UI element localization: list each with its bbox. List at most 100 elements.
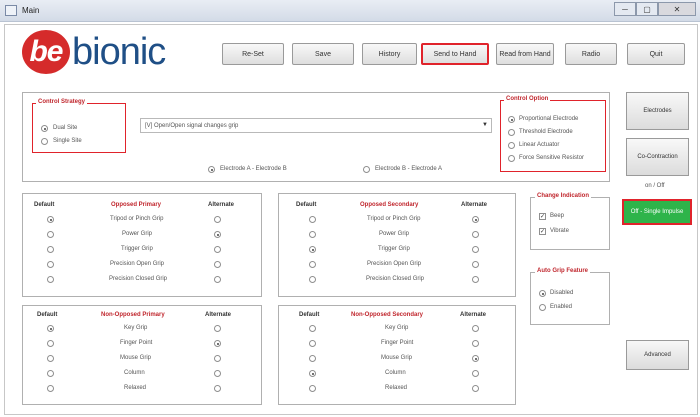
bebionic-logo: be bionic <box>22 30 166 74</box>
advanced-button[interactable]: Advanced <box>626 340 689 370</box>
dual-site-radio[interactable] <box>41 125 48 132</box>
alternate-radio[interactable] <box>472 370 479 377</box>
alternate-radio[interactable] <box>472 325 479 332</box>
alternate-header: Alternate <box>460 312 487 318</box>
grip-mode-select[interactable]: [V] Open/Open signal changes grip ▼ <box>140 118 492 133</box>
logo-be-mark: be <box>22 30 70 74</box>
threshold-electrode-label: Threshold Electrode <box>519 129 573 135</box>
force-sensitive-radio[interactable] <box>508 155 515 162</box>
alternate-radio[interactable] <box>214 340 221 347</box>
single-impulse-button[interactable]: Off - Single Impulse <box>622 199 692 225</box>
single-site-radio[interactable] <box>41 138 48 145</box>
change-indication-group: Change Indication ✓ Beep ✓ Vibrate <box>530 193 610 250</box>
auto-grip-disabled-radio[interactable] <box>539 290 546 297</box>
quit-button[interactable]: Quit <box>627 43 685 65</box>
change-indication-legend: Change Indication <box>535 193 592 199</box>
dual-site-label: Dual Site <box>53 125 78 131</box>
default-radio[interactable] <box>309 261 316 268</box>
alternate-radio[interactable] <box>472 355 479 362</box>
window-controls: ─ ▢ ✕ <box>614 2 696 16</box>
electrode-ab-label: Electrode A - Electrode B <box>220 166 287 172</box>
default-radio[interactable] <box>309 325 316 332</box>
grip-label: Finger Point <box>120 340 153 346</box>
grip-label: Column <box>385 370 406 376</box>
alternate-radio[interactable] <box>472 340 479 347</box>
on-off-label: on / Off <box>645 183 665 189</box>
alternate-radio[interactable] <box>214 355 221 362</box>
default-header: Default <box>34 202 55 208</box>
alternate-radio[interactable] <box>214 370 221 377</box>
default-radio[interactable] <box>309 246 316 253</box>
group-title: Opposed Primary <box>111 202 162 208</box>
grip-label: Precision Closed Grip <box>366 276 425 282</box>
default-header: Default <box>37 312 58 318</box>
default-radio[interactable] <box>47 261 54 268</box>
default-radio[interactable] <box>47 231 54 238</box>
default-radio[interactable] <box>47 385 54 392</box>
co-contraction-button[interactable]: Co-Contraction <box>626 138 689 176</box>
vibrate-checkbox[interactable]: ✓ <box>539 228 546 235</box>
default-radio[interactable] <box>309 385 316 392</box>
alternate-radio[interactable] <box>472 276 479 283</box>
electrode-ab-radio[interactable] <box>208 166 215 173</box>
alternate-radio[interactable] <box>472 385 479 392</box>
alternate-radio[interactable] <box>214 385 221 392</box>
default-radio[interactable] <box>309 216 316 223</box>
alternate-radio[interactable] <box>472 246 479 253</box>
auto-grip-enabled-label: Enabled <box>550 304 573 310</box>
read-from-hand-button[interactable]: Read from Hand <box>496 43 554 65</box>
title-bar: Main ─ ▢ ✕ <box>0 0 700 22</box>
grip-label: Precision Closed Grip <box>109 276 168 282</box>
beep-checkbox[interactable]: ✓ <box>539 213 546 220</box>
auto-grip-enabled-radio[interactable] <box>539 304 546 311</box>
default-radio[interactable] <box>47 246 54 253</box>
alternate-radio[interactable] <box>214 276 221 283</box>
electrode-ba-label: Electrode B - Electrode A <box>375 166 443 172</box>
history-button[interactable]: History <box>362 43 417 65</box>
alternate-radio[interactable] <box>472 231 479 238</box>
control-option-group: Control Option Proportional Electrode Th… <box>500 96 606 172</box>
save-button[interactable]: Save <box>292 43 354 65</box>
default-radio[interactable] <box>47 216 54 223</box>
electrode-ba-radio[interactable] <box>363 166 370 173</box>
alternate-radio[interactable] <box>214 246 221 253</box>
grip-label: Finger Point <box>381 340 414 346</box>
grip-label: Tripod or Pinch Grip <box>110 216 164 222</box>
chevron-down-icon[interactable]: ▼ <box>482 122 488 128</box>
reset-button[interactable]: Re-Set <box>222 43 284 65</box>
alternate-radio[interactable] <box>472 216 479 223</box>
maximize-icon[interactable]: ▢ <box>636 2 658 16</box>
threshold-electrode-radio[interactable] <box>508 129 515 136</box>
default-radio[interactable] <box>309 231 316 238</box>
vibrate-label: Vibrate <box>550 228 569 234</box>
default-radio[interactable] <box>309 276 316 283</box>
alternate-radio[interactable] <box>214 216 221 223</box>
default-radio[interactable] <box>309 340 316 347</box>
default-radio[interactable] <box>47 276 54 283</box>
proportional-electrode-radio[interactable] <box>508 116 515 123</box>
default-radio[interactable] <box>309 370 316 377</box>
alternate-radio[interactable] <box>214 325 221 332</box>
alternate-radio[interactable] <box>214 231 221 238</box>
default-radio[interactable] <box>47 340 54 347</box>
alternate-radio[interactable] <box>472 261 479 268</box>
radio-button[interactable]: Radio <box>565 43 617 65</box>
group-title: Opposed Secondary <box>360 202 419 208</box>
alternate-radio[interactable] <box>214 261 221 268</box>
send-to-hand-button[interactable]: Send to Hand <box>421 43 489 65</box>
electrodes-button[interactable]: Electrodes <box>626 92 689 130</box>
grip-label: Power Grip <box>122 231 153 237</box>
grip-label: Precision Open Grip <box>110 261 165 267</box>
auto-grip-legend: Auto Grip Feature <box>535 268 591 274</box>
default-radio[interactable] <box>47 325 54 332</box>
beep-label: Beep <box>550 213 565 219</box>
close-icon[interactable]: ✕ <box>658 2 696 16</box>
default-radio[interactable] <box>309 355 316 362</box>
default-radio[interactable] <box>47 355 54 362</box>
auto-grip-disabled-label: Disabled <box>550 290 574 296</box>
default-radio[interactable] <box>47 370 54 377</box>
minimize-icon[interactable]: ─ <box>614 2 636 16</box>
linear-actuator-radio[interactable] <box>508 142 515 149</box>
grip-label: Power Grip <box>379 231 410 237</box>
grip-label: Tripod or Pinch Grip <box>367 216 421 222</box>
